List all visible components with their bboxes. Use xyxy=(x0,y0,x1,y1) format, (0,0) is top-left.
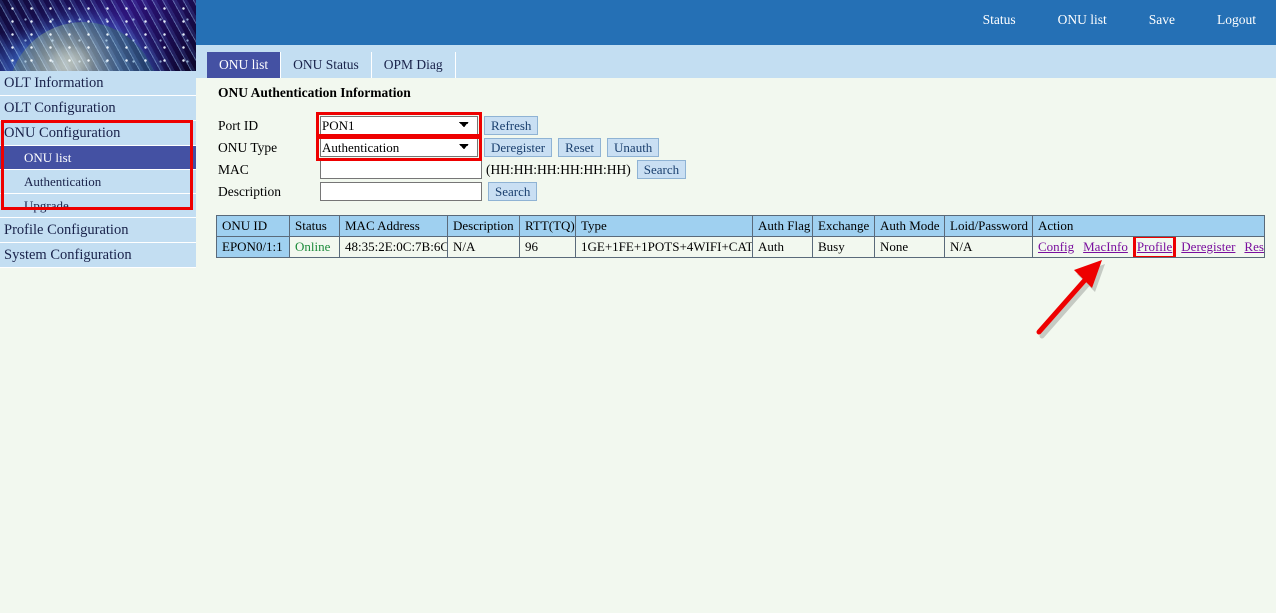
table-head: ONU ID Status MAC Address Description RT… xyxy=(217,216,1265,237)
cell-auth-flag: Auth xyxy=(753,237,813,258)
action-deregister-link[interactable]: Deregister xyxy=(1181,239,1235,255)
table-row: EPON0/1:1 Online 48:35:2E:0C:7B:6C N/A 9… xyxy=(217,237,1265,258)
col-loid-password: Loid/Password xyxy=(945,216,1033,237)
mac-format-hint: (HH:HH:HH:HH:HH:HH) xyxy=(486,162,631,178)
port-id-select[interactable]: PON1 xyxy=(320,116,478,135)
refresh-button[interactable]: Refresh xyxy=(484,116,538,135)
cell-description: N/A xyxy=(448,237,520,258)
main-content: ONU Authentication Information Port ID P… xyxy=(196,78,1276,613)
topnav-status[interactable]: Status xyxy=(983,12,1016,28)
cell-onu-id: EPON0/1:1 xyxy=(217,237,290,258)
sidebar-item-onu-list[interactable]: ONU list xyxy=(0,146,196,170)
cell-exchange: Busy xyxy=(813,237,875,258)
cell-auth-mode: None xyxy=(875,237,945,258)
action-link-group: Config MacInfo Profile Deregister Reset … xyxy=(1038,239,1259,255)
sidebar-item-label: ONU Configuration xyxy=(4,125,120,141)
form-row-description: Description Search xyxy=(218,181,686,202)
action-profile-link[interactable]: Profile xyxy=(1137,239,1172,254)
sidebar-item-label: System Configuration xyxy=(4,247,132,263)
page-title: ONU Authentication Information xyxy=(218,85,411,101)
sidebar-item-authentication[interactable]: Authentication xyxy=(0,170,196,194)
onu-type-label: ONU Type xyxy=(218,140,320,156)
cell-mac-address: 48:35:2E:0C:7B:6C xyxy=(340,237,448,258)
banner-light-dots xyxy=(0,0,196,71)
sidebar-menu: OLT Information OLT Configuration ONU Co… xyxy=(0,71,196,268)
tab-onu-list[interactable]: ONU list xyxy=(207,52,281,78)
onu-list-table: ONU ID Status MAC Address Description RT… xyxy=(216,215,1265,258)
action-macinfo-link[interactable]: MacInfo xyxy=(1083,239,1128,255)
table-header-row: ONU ID Status MAC Address Description RT… xyxy=(217,216,1265,237)
sidebar-item-system-configuration[interactable]: System Configuration xyxy=(0,243,196,268)
tab-strip: ONU list ONU Status OPM Diag xyxy=(196,45,1276,78)
cell-type: 1GE+1FE+1POTS+4WIFI+CATV xyxy=(576,237,753,258)
sidebar-item-olt-information[interactable]: OLT Information xyxy=(0,71,196,96)
mac-search-button[interactable]: Search xyxy=(637,160,686,179)
form-row-onu-type: ONU Type Authentication Deregister Reset… xyxy=(218,137,686,158)
cell-rtt-tq: 96 xyxy=(520,237,576,258)
col-description: Description xyxy=(448,216,520,237)
sidebar: OLT Information OLT Configuration ONU Co… xyxy=(0,0,196,613)
col-onu-id: ONU ID xyxy=(217,216,290,237)
sidebar-item-upgrade[interactable]: Upgrade xyxy=(0,194,196,218)
mac-label: MAC xyxy=(218,162,320,178)
port-id-label: Port ID xyxy=(218,118,320,134)
sidebar-item-label: ONU list xyxy=(24,150,71,165)
tab-label: ONU list xyxy=(219,57,268,72)
header-banner-image xyxy=(0,0,196,71)
col-rtt-tq: RTT(TQ) xyxy=(520,216,576,237)
tab-onu-status[interactable]: ONU Status xyxy=(281,52,372,78)
port-id-select-wrap: PON1 xyxy=(320,116,478,135)
topnav-logout[interactable]: Logout xyxy=(1217,12,1256,28)
onu-filter-form: Port ID PON1 Refresh ONU Type Authentica… xyxy=(218,115,686,203)
sidebar-item-label: Profile Configuration xyxy=(4,222,128,238)
sidebar-item-label: Authentication xyxy=(24,174,101,189)
table-body: EPON0/1:1 Online 48:35:2E:0C:7B:6C N/A 9… xyxy=(217,237,1265,258)
sidebar-item-olt-configuration[interactable]: OLT Configuration xyxy=(0,96,196,121)
tab-label: ONU Status xyxy=(293,57,359,72)
sidebar-item-onu-configuration[interactable]: ONU Configuration xyxy=(0,121,196,146)
reset-button[interactable]: Reset xyxy=(558,138,601,157)
description-label: Description xyxy=(218,184,320,200)
col-type: Type xyxy=(576,216,753,237)
tab-opm-diag[interactable]: OPM Diag xyxy=(372,52,456,78)
topnav-onu-list[interactable]: ONU list xyxy=(1058,12,1107,28)
col-exchange: Exchange xyxy=(813,216,875,237)
top-navigation: Status ONU list Save Logout xyxy=(983,12,1256,28)
form-row-port-id: Port ID PON1 Refresh xyxy=(218,115,686,136)
cell-action: Config MacInfo Profile Deregister Reset … xyxy=(1033,237,1265,258)
action-reset-link[interactable]: Reset xyxy=(1244,239,1264,255)
col-action: Action xyxy=(1033,216,1265,237)
action-config-link[interactable]: Config xyxy=(1038,239,1074,255)
col-mac-address: MAC Address xyxy=(340,216,448,237)
unauth-button[interactable]: Unauth xyxy=(607,138,659,157)
onu-type-select[interactable]: Authentication xyxy=(320,138,478,157)
col-auth-flag: Auth Flag xyxy=(753,216,813,237)
topnav-save[interactable]: Save xyxy=(1149,12,1175,28)
col-status: Status xyxy=(290,216,340,237)
top-bar: Status ONU list Save Logout xyxy=(196,0,1276,45)
description-search-button[interactable]: Search xyxy=(488,182,537,201)
description-input[interactable] xyxy=(320,182,482,201)
form-row-mac: MAC (HH:HH:HH:HH:HH:HH) Search xyxy=(218,159,686,180)
sidebar-item-label: OLT Information xyxy=(4,75,103,91)
mac-input[interactable] xyxy=(320,160,482,179)
onu-type-select-wrap: Authentication xyxy=(320,138,478,157)
sidebar-item-profile-configuration[interactable]: Profile Configuration xyxy=(0,218,196,243)
cell-loid-password: N/A xyxy=(945,237,1033,258)
tab-list: ONU list ONU Status OPM Diag xyxy=(207,52,456,78)
cell-status: Online xyxy=(290,237,340,258)
sidebar-item-label: Upgrade xyxy=(24,198,69,213)
tab-label: OPM Diag xyxy=(384,57,443,72)
profile-link-wrap: Profile xyxy=(1137,239,1172,255)
col-auth-mode: Auth Mode xyxy=(875,216,945,237)
deregister-button[interactable]: Deregister xyxy=(484,138,552,157)
sidebar-item-label: OLT Configuration xyxy=(4,100,116,116)
